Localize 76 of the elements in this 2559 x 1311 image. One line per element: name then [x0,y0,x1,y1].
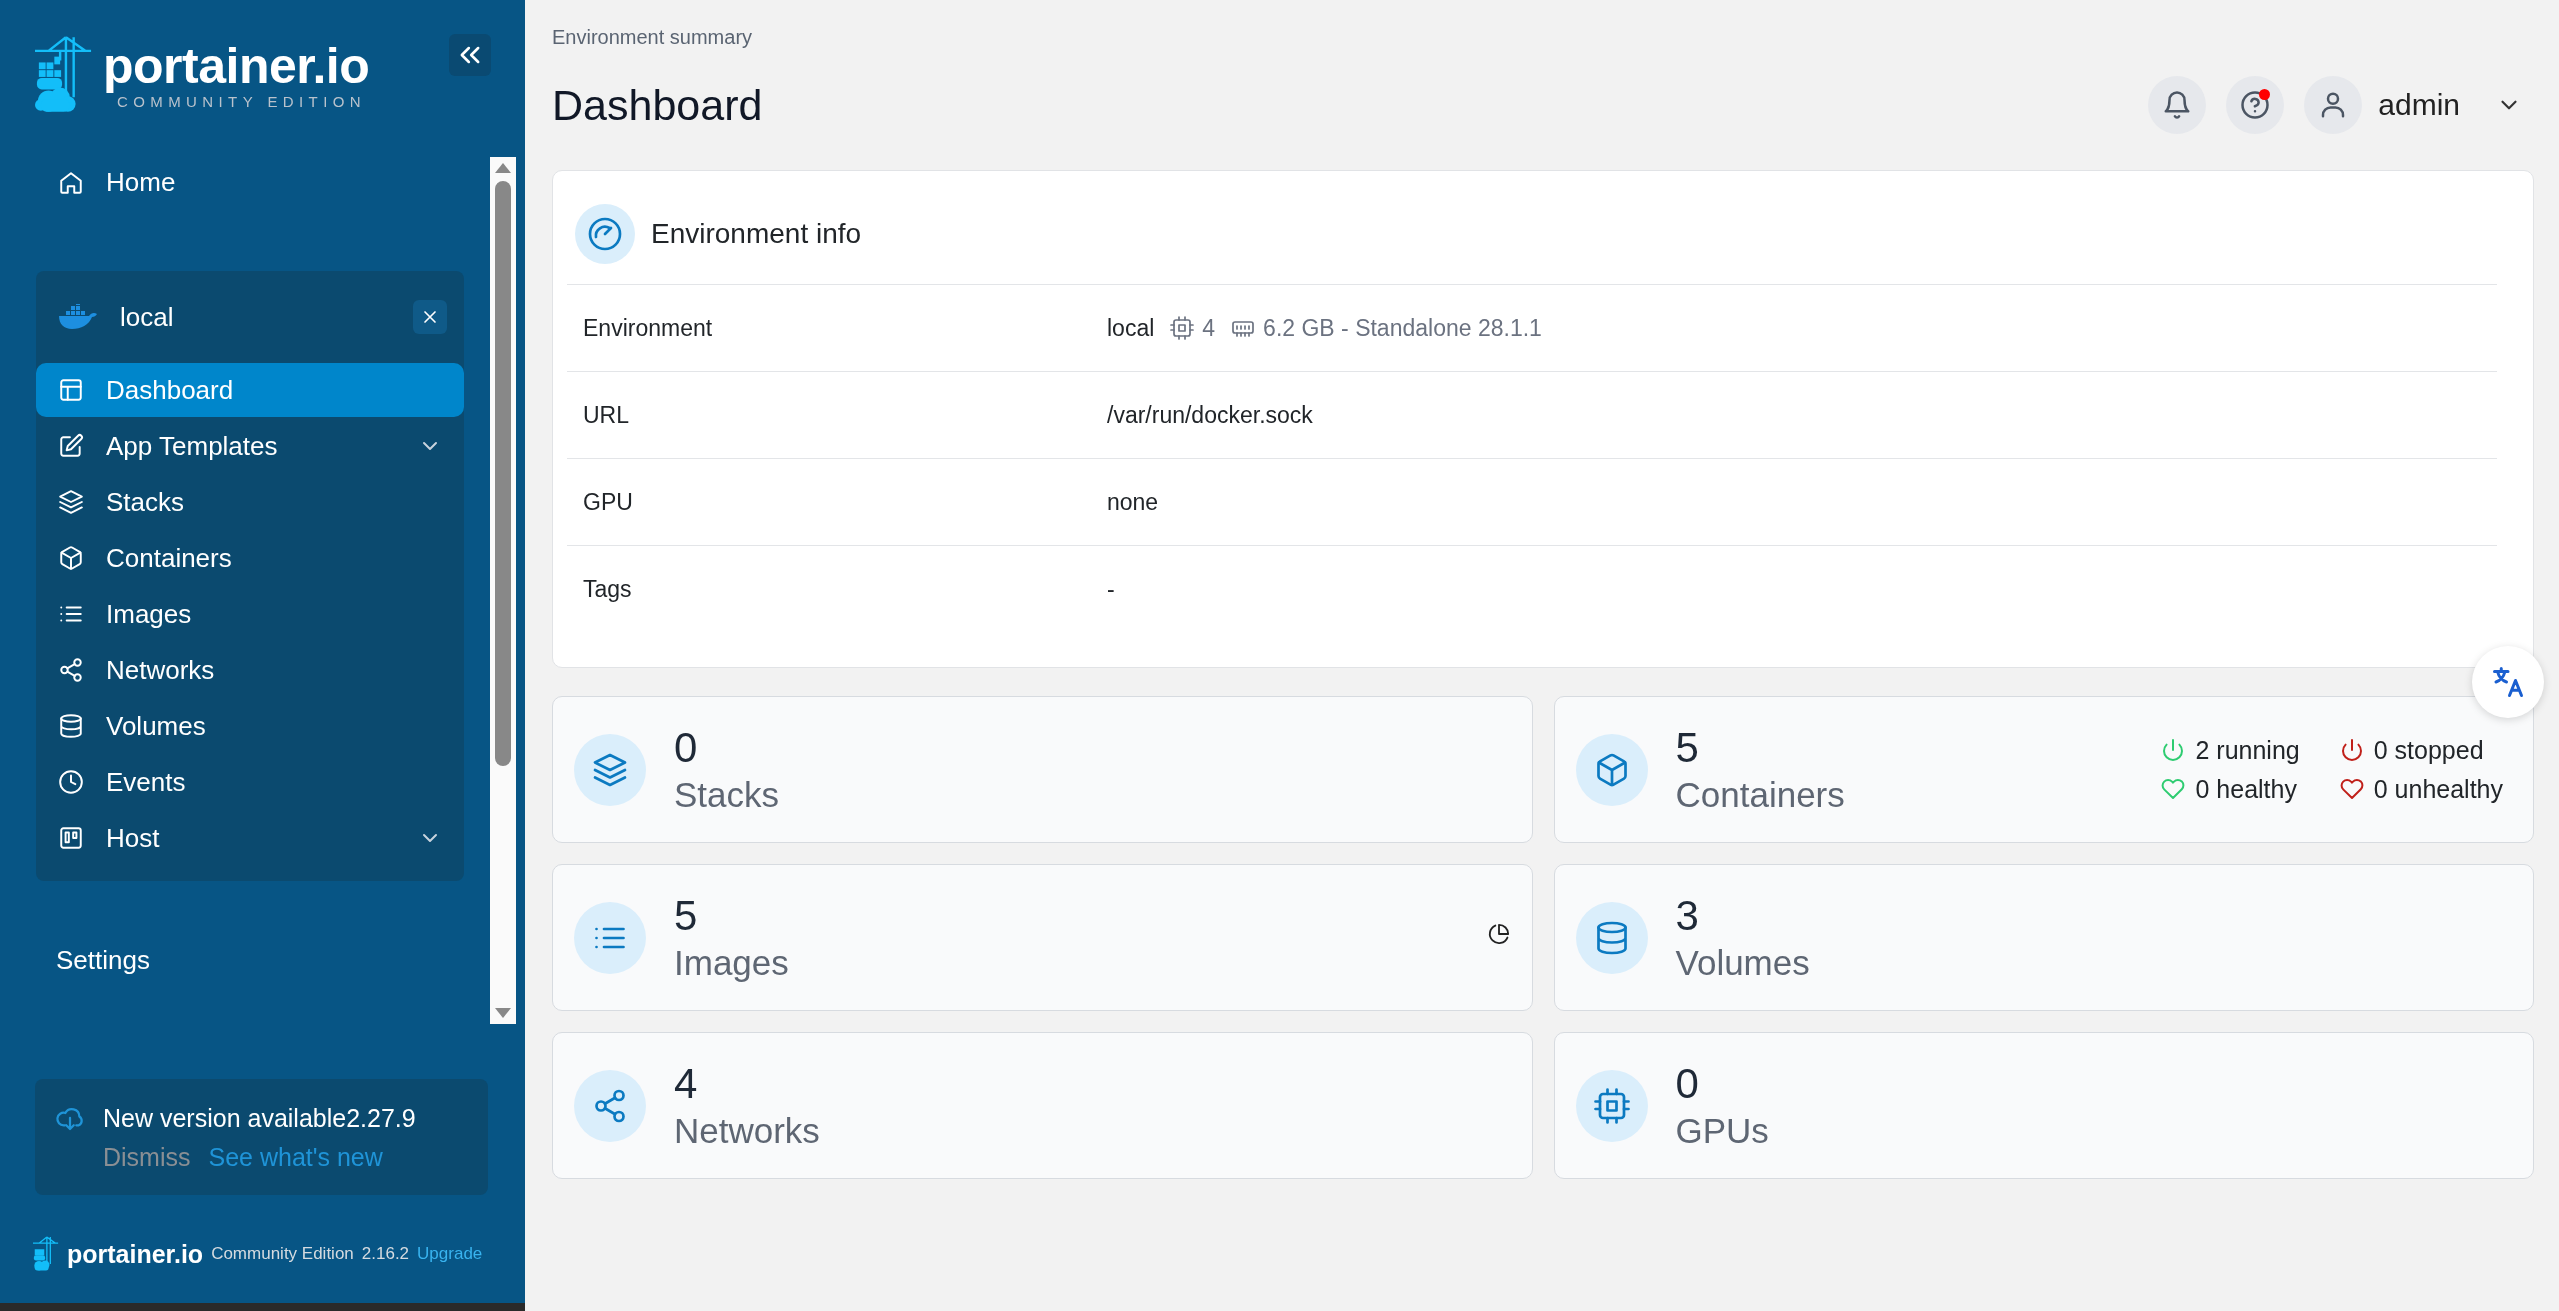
nav-link[interactable]: Volumes [36,699,464,753]
status-count: 2 running [2195,735,2300,765]
status-count: 0 stopped [2373,735,2484,765]
stat-label: Stacks [674,773,781,816]
nav-link[interactable]: Host [36,811,464,865]
kanban-icon [58,825,84,851]
database-icon [58,713,84,739]
stat-card[interactable]: 3 Volumes [1553,864,2534,1011]
nav-link[interactable]: Containers [36,531,464,585]
card-title: Environment info [651,218,862,250]
home-icon [58,169,84,196]
stat-label: Volumes [1675,941,1811,984]
info-label: GPU [583,488,634,516]
info-value: local [1107,314,1155,342]
chip-icon [1170,316,1195,340]
stat-card[interactable]: 0 GPUs [1553,1032,2534,1179]
layers-icon [58,489,84,515]
stat-label: Images [674,941,790,984]
info-label: Environment [583,314,714,342]
footer-version: 2.16.2 [361,1244,410,1264]
scrollbar[interactable] [490,157,516,1024]
stat-count: 5 [1675,723,1700,774]
page-title: Dashboard [552,80,763,130]
info-value: - [1107,575,1115,603]
brand-edition: COMMUNITY EDITION [117,92,367,110]
chip-icon [1593,1087,1630,1124]
stat-count: 0 [674,723,699,774]
layers-icon [592,751,628,788]
share-icon [58,657,84,683]
cube-icon [58,545,84,571]
stat-label: Containers [1675,773,1846,816]
crane-logo-icon [33,1235,59,1273]
stat-card[interactable]: 0 Stacks [552,696,1533,843]
stat-card[interactable]: 4 Networks [552,1032,1533,1179]
stat-card[interactable]: 5 Containers 2 running 0 stopped 0 healthy 0 unhealthy [1553,696,2534,843]
nav-link[interactable]: Networks [36,643,464,697]
breadcrumb: Environment summary [552,26,754,49]
home-link[interactable]: Home [36,157,464,208]
stat-label: GPUs [1675,1109,1770,1152]
environment-name: local [120,301,175,333]
footer-edition: Community Edition [211,1244,354,1264]
close-button[interactable] [413,300,447,334]
stat-count: 0 [1675,1059,1700,1110]
stat-count: 4 [674,1059,699,1110]
status-count: 0 healthy [2195,774,2297,804]
share-icon [592,1087,628,1124]
stat-card[interactable]: 5 Images [552,864,1533,1011]
memory-info: 6.2 GB - Standalone 28.1.1 [1263,314,1542,342]
stat-count: 5 [674,891,699,942]
user-menu-button[interactable]: admin [2304,76,2534,134]
whale-icon [58,304,98,330]
gauge-icon [587,216,623,252]
nav-link[interactable]: Events [36,755,464,809]
help-icon [2240,90,2271,120]
info-value: /var/run/docker.sock [1107,401,1313,429]
update-title: New version available2.27.9 [103,1104,416,1133]
info-value: none [1107,488,1159,516]
cpu-count: 4 [1202,314,1216,342]
brand-name: portainer.io [103,40,370,91]
stat-count: 3 [1675,891,1700,942]
info-label: URL [583,401,630,429]
nav-link[interactable]: App Templates [36,419,464,473]
clock-icon [58,769,84,795]
status-count: 0 unhealthy [2373,774,2503,804]
nav-link[interactable]: Stacks [36,475,464,529]
edit-icon [58,433,84,459]
pie-chart-icon[interactable] [1487,923,1510,945]
nav-link[interactable]: Images [36,587,464,641]
info-label: Tags [583,575,633,603]
settings-link[interactable]: Settings [36,935,464,986]
nav-link[interactable]: Dashboard [36,363,464,417]
stat-label: Networks [674,1109,821,1152]
footer-brand: portainer.io [67,1239,204,1269]
translate-icon [2490,664,2526,700]
layout-icon [58,377,84,403]
collapse-sidebar-button[interactable] [449,34,491,76]
